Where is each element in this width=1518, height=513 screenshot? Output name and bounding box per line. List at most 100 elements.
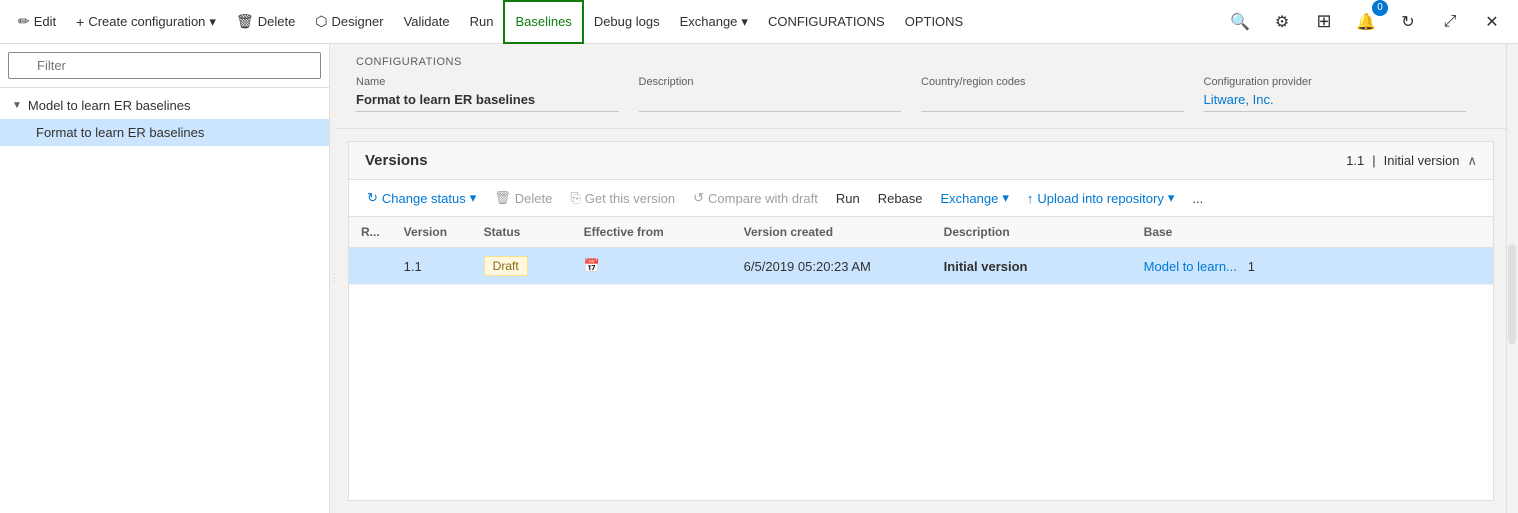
settings-icon: ⚙ (1275, 12, 1289, 32)
notification-area: 🔔 0 (1348, 4, 1384, 40)
refresh-button[interactable]: ↻ (1390, 4, 1426, 40)
run-button[interactable]: Run (460, 0, 504, 44)
office-icon-button[interactable]: ⊞ (1306, 4, 1342, 40)
main-toolbar: ✏ Edit + Create configuration ▾ 🗑 Delete… (0, 0, 1518, 44)
validate-button[interactable]: Validate (394, 0, 460, 44)
version-number: 1.1 (1346, 153, 1364, 168)
col-status: Status (472, 217, 572, 248)
refresh-icon: ↻ (367, 190, 378, 206)
upload-icon: ↑ (1027, 191, 1034, 206)
config-header: CONFIGURATIONS Name Format to learn ER b… (336, 44, 1506, 129)
upload-into-repository-button[interactable]: ↑ Upload into repository ▾ (1019, 186, 1183, 210)
table-body: 1.1 Draft 📅 6/5/2019 05:20:23 AM Initial… (349, 248, 1493, 285)
close-button[interactable]: ✕ (1474, 4, 1510, 40)
cell-version-created: 6/5/2019 05:20:23 AM (732, 248, 932, 285)
versions-section: Versions 1.1 | Initial version ∧ ↻ Chang… (348, 141, 1494, 501)
col-description: Description (932, 217, 1132, 248)
options-button[interactable]: OPTIONS (895, 0, 974, 44)
vtb-delete-button[interactable]: 🗑 Delete (486, 186, 560, 210)
sidebar: 🔍 ▼ Model to learn ER baselines Format t… (0, 44, 330, 513)
filter-input[interactable] (8, 52, 321, 79)
chevron-down-icon: ▾ (1168, 190, 1175, 206)
table-header: R... Version Status Effective from Versi… (349, 217, 1493, 248)
config-fields: Name Format to learn ER baselines Descri… (356, 76, 1486, 112)
toolbar-right: 🔍 ⚙ ⊞ 🔔 0 ↻ ⤢ ✕ (1222, 4, 1510, 40)
col-effective-from: Effective from (572, 217, 732, 248)
scrollbar-track (1506, 44, 1518, 513)
chevron-down-icon: ▼ (12, 100, 22, 111)
cell-description: Initial version (932, 248, 1132, 285)
chevron-down-icon: ▾ (1002, 190, 1009, 206)
designer-button[interactable]: ⬡ Designer (305, 0, 393, 44)
copy-icon: ⎘ (570, 190, 580, 206)
filter-area: 🔍 (0, 44, 329, 88)
provider-value[interactable]: Litware, Inc. (1204, 92, 1467, 112)
versions-title: Versions (365, 152, 428, 169)
chevron-down-icon: ▾ (741, 14, 748, 30)
create-configuration-button[interactable]: + Create configuration ▾ (66, 0, 226, 44)
fullscreen-icon: ⤢ (1444, 13, 1457, 31)
close-icon: ✕ (1485, 12, 1498, 32)
get-this-version-button[interactable]: ⎘ Get this version (562, 186, 683, 210)
exchange-button[interactable]: Exchange ▾ (670, 0, 758, 44)
vtb-exchange-button[interactable]: Exchange ▾ (933, 186, 1017, 210)
versions-toolbar: ↻ Change status ▾ 🗑 Delete ⎘ Get this ve… (349, 180, 1493, 217)
debuglogs-button[interactable]: Debug logs (584, 0, 670, 44)
fullscreen-button[interactable]: ⤢ (1432, 4, 1468, 40)
cell-effective-from: 📅 (572, 248, 732, 285)
search-button[interactable]: 🔍 (1222, 4, 1258, 40)
cell-version: 1.1 (392, 248, 472, 285)
collapse-icon[interactable]: ∧ (1467, 153, 1477, 169)
designer-icon: ⬡ (315, 13, 327, 30)
version-name: Initial version (1384, 153, 1460, 168)
cell-base: Model to learn... 1 (1132, 248, 1493, 285)
col-base: Base (1132, 217, 1493, 248)
versions-table: R... Version Status Effective from Versi… (349, 217, 1493, 500)
refresh-icon: ↻ (1401, 12, 1414, 32)
description-label: Description (639, 76, 902, 88)
compare-with-draft-button[interactable]: ↺ Compare with draft (685, 186, 826, 210)
delete-button[interactable]: 🗑 Delete (226, 0, 305, 44)
name-value: Format to learn ER baselines (356, 92, 619, 112)
more-options-button[interactable]: ... (1184, 187, 1211, 210)
sidebar-tree: ▼ Model to learn ER baselines Format to … (0, 88, 329, 150)
table-row[interactable]: 1.1 Draft 📅 6/5/2019 05:20:23 AM Initial… (349, 248, 1493, 285)
config-section-label: CONFIGURATIONS (356, 56, 1486, 68)
content-area: CONFIGURATIONS Name Format to learn ER b… (336, 44, 1506, 513)
edit-button[interactable]: ✏ Edit (8, 0, 66, 44)
col-r: R... (349, 217, 392, 248)
change-status-button[interactable]: ↻ Change status ▾ (359, 186, 484, 210)
base-link[interactable]: Model to learn... (1144, 259, 1237, 274)
scrollbar-thumb[interactable] (1508, 244, 1516, 344)
edit-icon: ✏ (18, 13, 30, 30)
name-label: Name (356, 76, 619, 88)
country-value (921, 92, 1184, 112)
main-layout: 🔍 ▼ Model to learn ER baselines Format t… (0, 44, 1518, 513)
calendar-icon[interactable]: 📅 (584, 258, 600, 273)
office-icon: ⊞ (1316, 11, 1331, 32)
cell-r (349, 248, 392, 285)
provider-label: Configuration provider (1204, 76, 1467, 88)
delete-icon: 🗑 (236, 13, 254, 30)
col-version-created: Version created (732, 217, 932, 248)
versions-meta: 1.1 | Initial version ∧ (1346, 153, 1477, 169)
search-icon: 🔍 (1230, 12, 1250, 32)
header-row: R... Version Status Effective from Versi… (349, 217, 1493, 248)
rebase-button[interactable]: Rebase (870, 187, 931, 210)
vtb-run-button[interactable]: Run (828, 187, 868, 210)
notification-badge: 0 (1372, 0, 1388, 16)
provider-field: Configuration provider Litware, Inc. (1204, 76, 1487, 112)
country-label: Country/region codes (921, 76, 1184, 88)
baselines-button[interactable]: Baselines (503, 0, 583, 44)
configurations-button[interactable]: CONFIGURATIONS (758, 0, 895, 44)
name-field: Name Format to learn ER baselines (356, 76, 639, 112)
filter-wrapper: 🔍 (8, 52, 321, 79)
sidebar-item-child[interactable]: Format to learn ER baselines (0, 119, 329, 146)
chevron-down-icon: ▾ (470, 190, 477, 206)
sidebar-item-parent[interactable]: ▼ Model to learn ER baselines (0, 92, 329, 119)
country-field: Country/region codes (921, 76, 1204, 112)
bell-icon: 🔔 (1356, 12, 1376, 32)
base-num: 1 (1248, 259, 1255, 274)
settings-button[interactable]: ⚙ (1264, 4, 1300, 40)
delete-icon: 🗑 (494, 190, 511, 206)
